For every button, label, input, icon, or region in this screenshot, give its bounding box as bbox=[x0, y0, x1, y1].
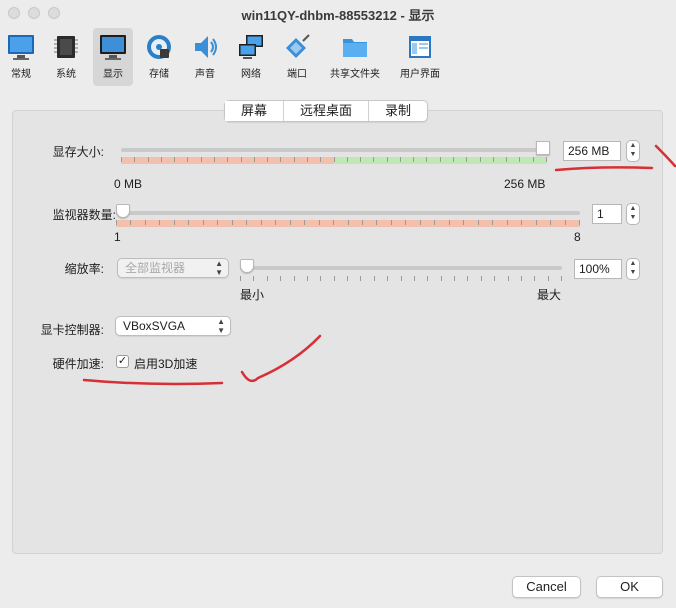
cancel-button[interactable]: Cancel bbox=[512, 576, 581, 598]
annotation-checkmark bbox=[240, 334, 322, 383]
annotation-overlay bbox=[82, 144, 676, 386]
annotation-underline-acceleration bbox=[82, 378, 224, 386]
annotation-mark-edge bbox=[654, 144, 676, 168]
ok-button[interactable]: OK bbox=[596, 576, 663, 598]
annotation-underline-video-memory bbox=[554, 166, 654, 172]
